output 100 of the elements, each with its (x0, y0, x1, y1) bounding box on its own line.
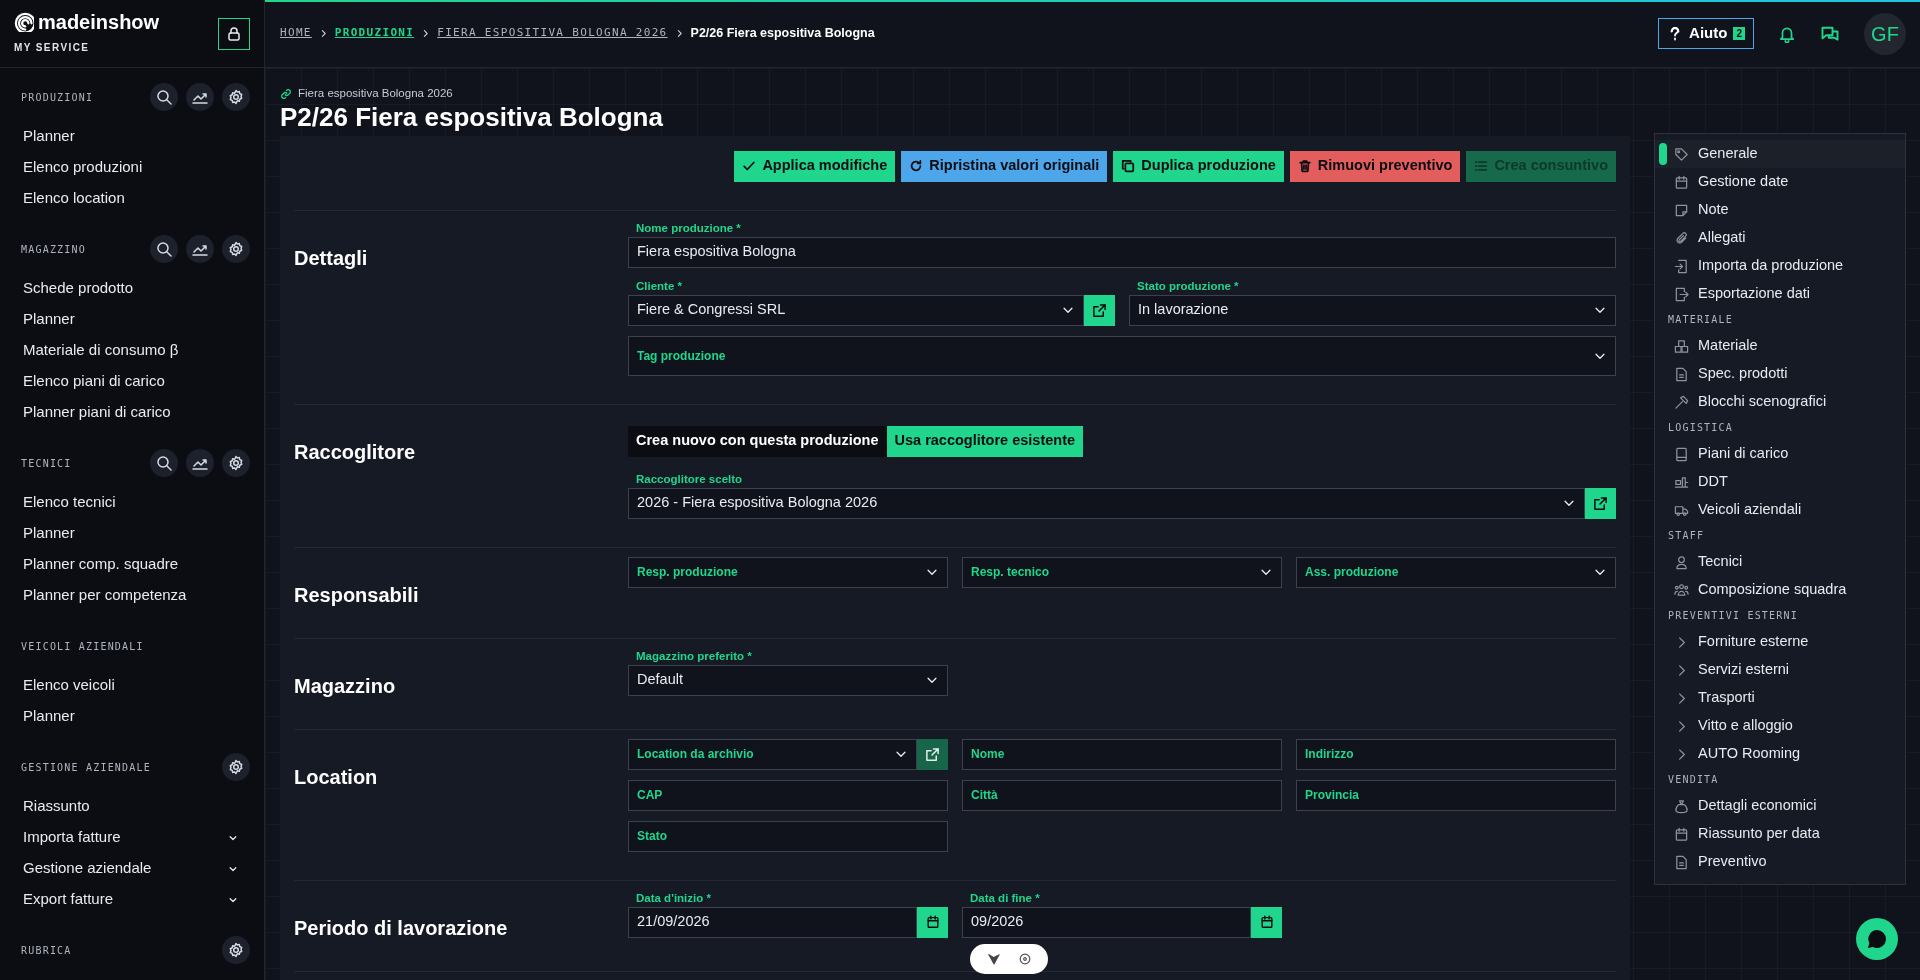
sidebar-item[interactable]: Schede prodotto (0, 273, 264, 304)
nav-item[interactable]: AUTO Rooming (1655, 740, 1905, 768)
settings-button[interactable] (222, 753, 250, 781)
sidebar-item[interactable]: Elenco tecnici (0, 487, 264, 518)
sidebar-item[interactable]: Elenco veicoli (0, 670, 264, 701)
external-link-button[interactable] (1084, 294, 1115, 326)
select-field[interactable]: In lavorazione (1129, 294, 1616, 326)
nav-item[interactable]: Servizi esterni (1655, 656, 1905, 684)
sidebar-item[interactable]: Planner (0, 518, 264, 549)
sidebar-item[interactable]: Gestione aziendale (0, 853, 264, 884)
action-button[interactable]: Applica modifiche (734, 150, 896, 182)
input-field[interactable]: Indirizzo (1296, 738, 1616, 770)
input-field[interactable]: Nome (962, 738, 1282, 770)
input-field[interactable]: Fiera espositiva Bologna (628, 236, 1616, 268)
action-button[interactable]: Duplica produzione (1113, 150, 1284, 182)
chart-button[interactable] (186, 449, 214, 477)
sidebar-item[interactable]: Planner (0, 304, 264, 335)
user-avatar[interactable]: GF (1864, 12, 1906, 55)
calendar-button[interactable] (917, 906, 948, 938)
nav-item[interactable]: Generale (1655, 140, 1905, 168)
date-field[interactable]: 21/09/2026 (628, 906, 917, 938)
toggle-option[interactable]: Crea nuovo con questa produzione (628, 425, 887, 457)
sidebar-item[interactable]: Elenco piani di carico (0, 366, 264, 397)
sidebar-item[interactable]: Planner per competenza (0, 580, 264, 611)
nav-item[interactable]: Composizione squadra (1655, 576, 1905, 604)
nav-item[interactable]: Riassunto per data (1655, 820, 1905, 848)
nav-item[interactable]: Importa da produzione (1655, 252, 1905, 280)
field-label: Data d'inizio * (635, 890, 712, 904)
paperclip-icon (1673, 230, 1689, 246)
settings-button[interactable] (222, 936, 250, 964)
nav-item[interactable]: DDT (1655, 468, 1905, 496)
nav-item[interactable]: Allegati (1655, 224, 1905, 252)
group-icon (1673, 582, 1689, 598)
sidebar-item[interactable]: Riassunto (0, 791, 264, 822)
nav-item[interactable]: Preventivo (1655, 848, 1905, 876)
sidebar-item[interactable]: Planner (0, 701, 264, 732)
select-field[interactable]: Ass. produzione (1296, 556, 1616, 588)
input-field[interactable]: Stato (628, 820, 948, 852)
nav-item[interactable]: Vitto e alloggio (1655, 712, 1905, 740)
input-field[interactable]: CAP (628, 779, 948, 811)
input-field[interactable]: Città (962, 779, 1282, 811)
search-button[interactable] (150, 235, 178, 263)
breadcrumb-link[interactable]: HOME (280, 25, 312, 42)
nav-item[interactable]: Note (1655, 196, 1905, 224)
sidebar-item[interactable]: Materiale di consumo β (0, 335, 264, 366)
lock-button[interactable] (218, 17, 250, 50)
calendar-button[interactable] (1251, 906, 1282, 938)
nav-item[interactable]: Forniture esterne (1655, 628, 1905, 656)
nav-item[interactable]: Dettagli economici (1655, 792, 1905, 820)
target-icon (1017, 952, 1032, 966)
nav-group-title: PREVENTIVI ESTERNI (1667, 609, 1798, 623)
select-field[interactable]: Default (628, 664, 948, 696)
sidebar-item[interactable]: Elenco produzioni (0, 152, 264, 183)
chat-button[interactable] (1856, 918, 1898, 960)
sidebar-item[interactable]: Export fatture (0, 884, 264, 915)
select-field[interactable]: Fiere & Congressi SRL (628, 294, 1084, 326)
search-button[interactable] (150, 449, 178, 477)
nav-item[interactable]: Piani di carico (1655, 440, 1905, 468)
search-button[interactable] (150, 83, 178, 111)
help-button[interactable]: Aiuto 2 (1658, 18, 1754, 49)
breadcrumb-link[interactable]: PRODUZIONI (334, 25, 415, 42)
settings-button[interactable] (222, 235, 250, 263)
settings-button[interactable] (222, 449, 250, 477)
link-icon (280, 87, 292, 100)
note-icon (1673, 202, 1689, 218)
breadcrumb-link[interactable]: FIERA ESPOSITIVA BOLOGNA 2026 (437, 25, 668, 42)
nav-item[interactable]: Gestione date (1655, 168, 1905, 196)
nav-item[interactable]: Veicoli aziendali (1655, 496, 1905, 524)
nav-item[interactable]: Spec. prodotti (1655, 360, 1905, 388)
section-title: Responsabili (294, 582, 420, 608)
sidebar-item[interactable]: Planner (0, 121, 264, 152)
date-field[interactable]: 09/2026 (962, 906, 1251, 938)
input-field[interactable]: Provincia (1296, 779, 1616, 811)
chart-button[interactable] (186, 235, 214, 263)
sidebar-item[interactable]: Planner piani di carico (0, 397, 264, 428)
section-title: Magazzino (294, 673, 397, 699)
external-link-icon (1092, 302, 1107, 318)
list-icon (1474, 159, 1489, 174)
chart-button[interactable] (186, 83, 214, 111)
settings-button[interactable] (222, 83, 250, 111)
nav-item[interactable]: Blocchi scenografici (1655, 388, 1905, 416)
nav-item[interactable]: Materiale (1655, 332, 1905, 360)
calendar-icon (925, 915, 940, 930)
sidebar-item[interactable]: Importa fatture (0, 822, 264, 853)
parent-link[interactable]: Fiera espositiva Bologna 2026 (298, 85, 453, 103)
sidebar-item[interactable]: Elenco location (0, 183, 264, 214)
nav-item[interactable]: Tecnici (1655, 548, 1905, 576)
select-field[interactable]: Tag produzione (628, 335, 1616, 376)
nav-item[interactable]: Esportazione dati (1655, 280, 1905, 308)
sidebar-item[interactable]: Planner comp. squadre (0, 549, 264, 580)
select-field[interactable]: Resp. produzione (628, 556, 948, 588)
select-field[interactable]: Resp. tecnico (962, 556, 1282, 588)
action-button[interactable]: Rimuovi preventivo (1289, 150, 1461, 182)
section-title: Periodo di lavorazione (294, 915, 509, 941)
external-link-button[interactable] (1585, 487, 1616, 519)
nav-item[interactable]: Trasporti (1655, 684, 1905, 712)
select-field[interactable]: 2026 - Fiera espositiva Bologna 2026 (628, 487, 1585, 519)
action-button[interactable]: Ripristina valori originali (901, 150, 1108, 182)
select-field[interactable]: Location da archivio (628, 738, 917, 770)
toggle-option[interactable]: Usa raccoglitore esistente (886, 425, 1084, 457)
